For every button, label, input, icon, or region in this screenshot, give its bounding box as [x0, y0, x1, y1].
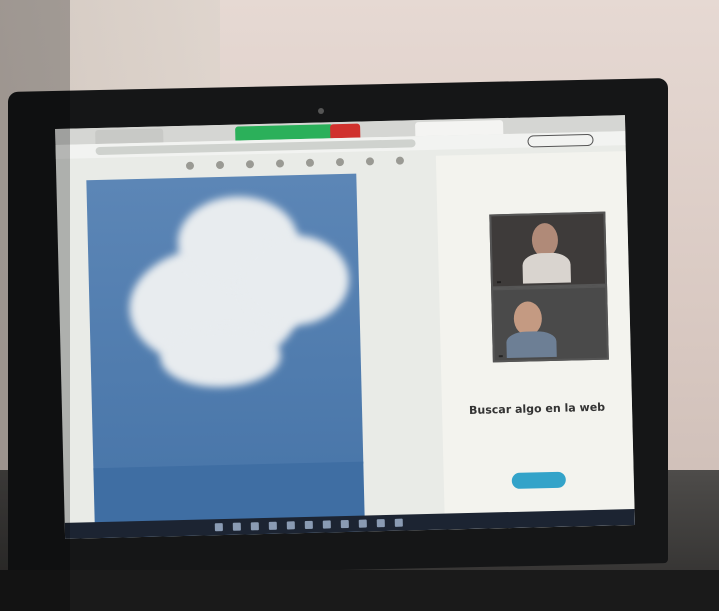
taskbar-icon[interactable] — [340, 519, 349, 529]
search-button[interactable] — [511, 471, 566, 489]
laptop-screen: Buscar algo en la web — [55, 115, 635, 539]
taskbar-icon[interactable] — [214, 523, 223, 532]
video-tile[interactable] — [491, 285, 609, 363]
toolbar-icon[interactable] — [305, 158, 315, 167]
participant-name — [496, 281, 501, 284]
taskbar-icon[interactable] — [358, 519, 367, 528]
toolbar-icon[interactable] — [215, 160, 225, 170]
toolbar-icon[interactable] — [245, 160, 255, 169]
taskbar-icon[interactable] — [268, 521, 277, 530]
participant-shoulders — [506, 330, 557, 359]
participant-name — [498, 355, 503, 358]
toolbar-icon[interactable] — [395, 156, 405, 165]
taskbar-icon[interactable] — [232, 522, 241, 531]
video-tile[interactable] — [489, 211, 608, 289]
cloud-shape — [237, 233, 350, 327]
slide-canvas[interactable] — [86, 173, 364, 471]
taskbar-icon[interactable] — [304, 520, 313, 530]
laptop-keyboard-edge — [0, 570, 719, 611]
toolbar-icon[interactable] — [365, 157, 375, 166]
toolbar-icon[interactable] — [275, 159, 285, 168]
participant-shoulders — [522, 252, 571, 284]
taskbar-icon[interactable] — [286, 521, 295, 530]
taskbar-icon[interactable] — [394, 518, 403, 527]
slides-toolbar — [176, 156, 426, 174]
taskbar-icon[interactable] — [250, 522, 259, 531]
shadow-overlay — [0, 0, 70, 611]
taskbar-icon[interactable] — [376, 519, 385, 528]
webcam — [318, 108, 324, 114]
taskbar-icon[interactable] — [322, 520, 331, 529]
toolbar-icon[interactable] — [335, 157, 345, 167]
toolbar-icon[interactable] — [185, 161, 195, 170]
profile-button[interactable] — [527, 133, 594, 148]
browser-tab[interactable] — [330, 123, 361, 139]
